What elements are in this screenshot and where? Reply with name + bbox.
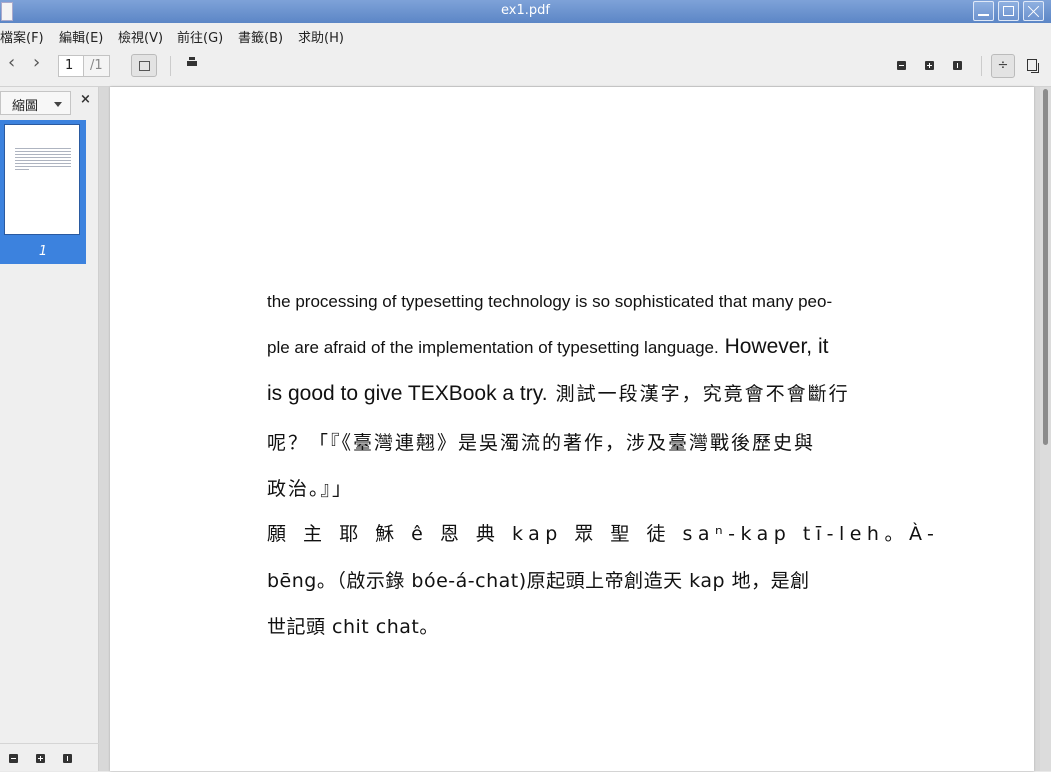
window-titlebar: ex1.pdf — [0, 0, 1051, 23]
vertical-scrollbar[interactable] — [1040, 87, 1051, 771]
thumbnail-text-line — [15, 163, 71, 164]
pdf-page: the processing of typesetting technology… — [110, 87, 1034, 771]
close-window-button[interactable] — [1023, 1, 1044, 21]
thumbnail-text-line — [15, 166, 71, 167]
scrollbar-thumb[interactable] — [1043, 89, 1048, 445]
menu-view[interactable]: 檢視(V) — [118, 27, 163, 46]
document-line: is good to give TEXBook a try. 測試一段漢字，究竟… — [267, 379, 850, 406]
minimize-button[interactable] — [973, 1, 994, 21]
page-number-input[interactable]: 1 — [58, 55, 84, 77]
document-line: 呢？「『《臺灣連翹》是吳濁流的著作，涉及臺灣戰後歷史與 — [267, 432, 816, 454]
document-text: ple are afraid of the implementation of … — [267, 338, 719, 357]
document-line: 世記頭 chit chat。 — [267, 616, 439, 638]
sidebar: 縮圖 × 1 — [0, 87, 99, 771]
document-text: 測試一段漢字，究竟會不會斷行 — [547, 383, 850, 405]
chevron-down-icon — [54, 102, 62, 107]
zoom-out-icon[interactable] — [9, 754, 18, 763]
thumbnail-text-line — [15, 160, 71, 161]
document-text: is good to give TEXBook a try. — [267, 382, 548, 405]
page-total-label: /1 — [84, 55, 110, 77]
menu-help[interactable]: 求助(H) — [298, 27, 344, 46]
sidebar-zoom-bar — [0, 743, 99, 772]
thumbnail-text-line — [15, 157, 71, 158]
thumbnail-page-number: 1 — [38, 244, 48, 259]
thumbnail-text-line — [15, 169, 29, 170]
sidebar-view-label: 縮圖 — [12, 99, 39, 114]
document-line: bēng。（啟示錄 bóe-á-chat)原起頭上帝創造天 kap 地，是創 — [267, 570, 810, 592]
forward-button[interactable]: › — [33, 52, 40, 73]
back-button[interactable]: ‹ — [8, 52, 15, 73]
thumbnail-page-1[interactable]: 1 — [0, 120, 86, 264]
menu-bar: 檔案(F) 編輯(E) 檢視(V) 前往(G) 書籤(B) 求助(H) — [0, 23, 1051, 47]
toolbar: ‹ › 1 /1 ÷ — [0, 47, 1051, 87]
dual-page-icon[interactable] — [1027, 59, 1039, 73]
original-size-icon[interactable] — [953, 61, 962, 70]
thumbnail-image — [4, 124, 80, 235]
sidebar-toggle-button[interactable] — [131, 54, 157, 77]
menu-edit[interactable]: 編輯(E) — [59, 27, 103, 46]
maximize-button[interactable] — [998, 1, 1019, 21]
menu-go[interactable]: 前往(G) — [177, 27, 223, 46]
document-line: the processing of typesetting technology… — [267, 292, 833, 311]
sidebar-close-button[interactable]: × — [80, 92, 91, 107]
toolbar-separator — [170, 56, 171, 76]
menu-file[interactable]: 檔案(F) — [0, 27, 44, 46]
window-title: ex1.pdf — [501, 3, 550, 18]
document-view[interactable]: the processing of typesetting technology… — [99, 87, 1051, 771]
zoom-in-icon[interactable] — [925, 61, 934, 70]
original-size-icon[interactable] — [63, 754, 72, 763]
printer-icon[interactable] — [187, 57, 197, 68]
sidebar-view-select[interactable]: 縮圖 — [0, 91, 71, 115]
zoom-in-icon[interactable] — [36, 754, 45, 763]
menu-bookmarks[interactable]: 書籤(B) — [238, 27, 283, 46]
fit-width-button[interactable]: ÷ — [991, 54, 1015, 78]
thumbnail-text-line — [15, 154, 71, 155]
toolbar-separator — [981, 56, 982, 76]
document-line: 政治。』」 — [267, 478, 354, 500]
document-text: However, it — [718, 335, 829, 358]
thumbnail-text-line — [15, 148, 71, 149]
document-line: ple are afraid of the implementation of … — [267, 335, 828, 359]
zoom-out-icon[interactable] — [897, 61, 906, 70]
thumbnail-text-line — [15, 151, 71, 152]
document-line: 願 主 耶 穌 ê 恩 典 kap 眾 聖 徒 saⁿ-kap tī-leh。À… — [267, 523, 940, 545]
